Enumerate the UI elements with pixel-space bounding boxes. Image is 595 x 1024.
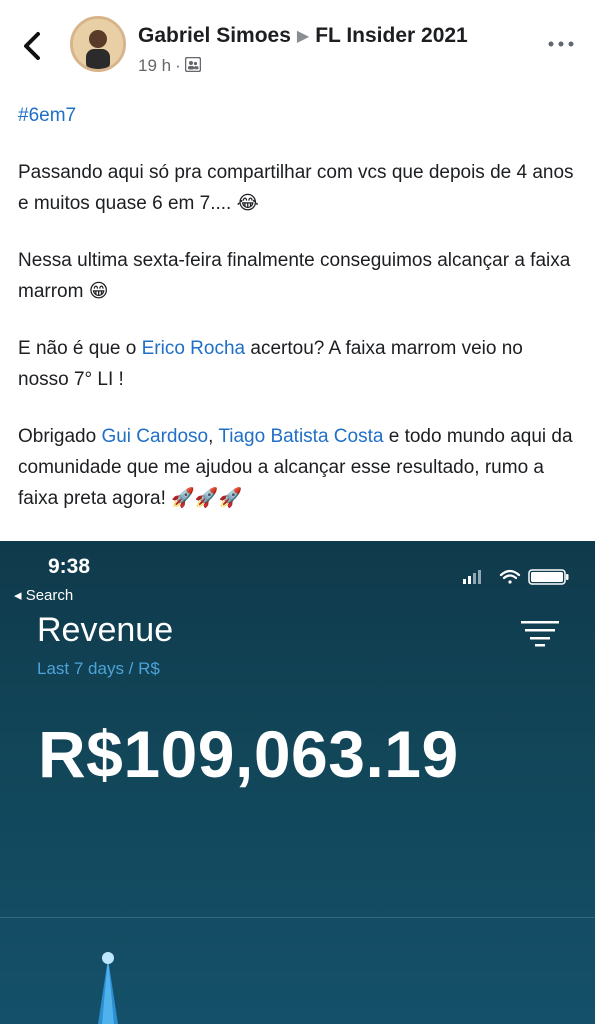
status-bar-clock: 9:38 <box>48 555 91 578</box>
paragraph-4-comma: , <box>208 426 219 447</box>
mention-tiago-batista-costa[interactable]: Tiago Batista Costa <box>218 426 383 447</box>
post-body: #6em7 Passando aqui só pra compartilhar … <box>18 100 578 540</box>
attached-screenshot[interactable]: 9:38 ◂ Search Revenue Last 7 days / R$ R… <box>0 541 595 1024</box>
group-name[interactable]: FL Insider 2021 <box>315 24 468 47</box>
paragraph-1-text: Passando aqui só pra compartilhar com vc… <box>18 162 574 214</box>
chevron-left-icon[interactable] <box>18 28 48 64</box>
hashtag-link[interactable]: #6em7 <box>18 105 76 126</box>
paragraph-4-text-a: Obrigado <box>18 426 102 447</box>
paragraph-1: Passando aqui só pra compartilhar com vc… <box>18 157 578 219</box>
post-meta: 19 h · <box>138 56 202 76</box>
grinning-emoji: 😁 <box>88 281 109 302</box>
revenue-amount: R$109,063.19 <box>38 717 459 791</box>
group-icon <box>184 56 202 73</box>
revenue-title: Revenue <box>37 611 174 649</box>
right-triangle-icon: ▶ <box>296 28 310 45</box>
avatar[interactable] <box>70 16 126 72</box>
paragraph-3: E não é que o Erico Rocha acertou? A fai… <box>18 333 578 395</box>
back-to-search-link: ◂ Search <box>14 587 74 604</box>
laughing-emoji: 😂 <box>236 193 259 214</box>
author-name[interactable]: Gabriel Simoes <box>138 24 291 47</box>
timestamp[interactable]: 19 h <box>138 56 171 75</box>
paragraph-3-text-a: E não é que o <box>18 338 142 359</box>
more-horizontal-icon[interactable] <box>545 34 577 54</box>
post-header: Gabriel Simoes ▶ FL Insider 2021 19 h · <box>0 0 595 95</box>
mention-erico-rocha[interactable]: Erico Rocha <box>142 338 246 359</box>
profile-photo <box>73 19 123 69</box>
battery-icon <box>528 569 569 585</box>
mention-gui-cardoso[interactable]: Gui Cardoso <box>101 426 208 447</box>
signal-icon <box>463 570 481 584</box>
status-icons <box>463 569 569 585</box>
hashtag-paragraph: #6em7 <box>18 100 578 131</box>
filter-lines-icon <box>521 621 559 647</box>
wifi-icon <box>499 569 521 584</box>
meta-separator: · <box>175 56 181 75</box>
paragraph-2: Nessa ultima sexta-feira finalmente cons… <box>18 245 578 307</box>
rocket-emojis: 🚀🚀🚀 <box>171 488 243 509</box>
chart-divider <box>0 917 595 918</box>
revenue-chart-spike <box>98 952 118 1024</box>
revenue-period: Last 7 days / R$ <box>37 659 160 678</box>
post-title: Gabriel Simoes ▶ FL Insider 2021 <box>138 24 468 48</box>
paragraph-4: Obrigado Gui Cardoso, Tiago Batista Cost… <box>18 421 578 514</box>
